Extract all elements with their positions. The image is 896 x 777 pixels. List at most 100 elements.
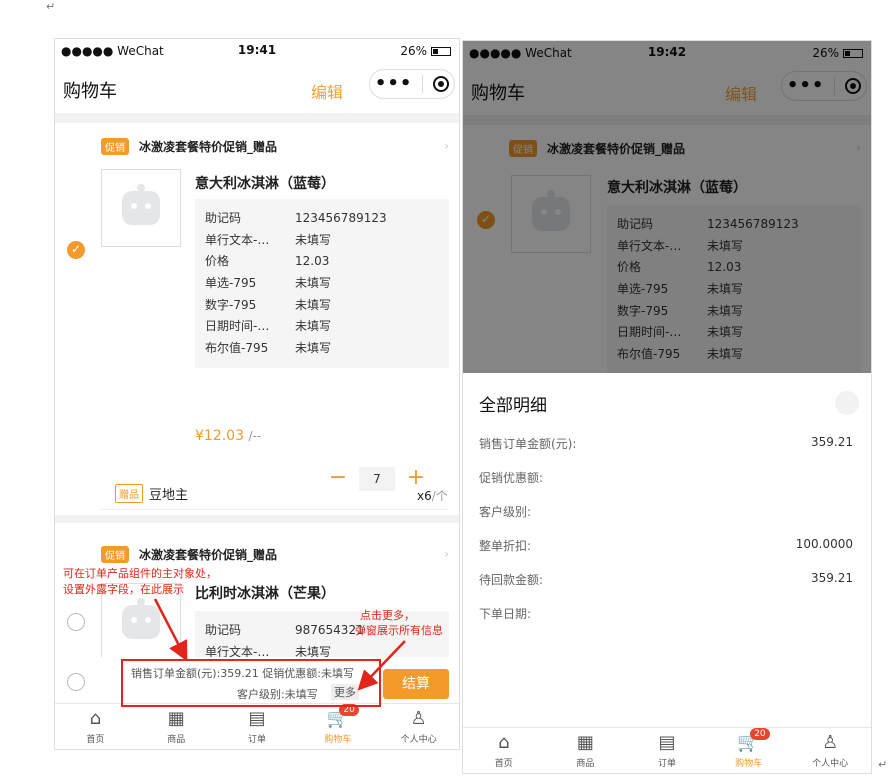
tab-home[interactable]: ⌂ 首页 bbox=[463, 728, 545, 773]
promo-tag: 促销 bbox=[101, 137, 129, 155]
tab-orders[interactable]: ▤ 订单 bbox=[217, 704, 298, 749]
gift-tag: 赠品 bbox=[115, 484, 143, 503]
clock: 19:41 bbox=[237, 43, 277, 57]
placeholder-robot-icon bbox=[122, 184, 160, 225]
field-key: 助记码 bbox=[205, 211, 242, 226]
quantity-stepper: − 7 + bbox=[325, 467, 429, 491]
detail-value: 359.21 bbox=[811, 571, 853, 585]
tab-cart[interactable]: 🛒 20 购物车 bbox=[708, 728, 790, 773]
field-key: 助记码 bbox=[205, 623, 242, 638]
edit-button[interactable]: 编辑 bbox=[311, 79, 343, 103]
item-checkbox[interactable] bbox=[67, 613, 85, 631]
detail-key: 待回款金额: bbox=[479, 573, 544, 587]
battery-percent: 26% bbox=[400, 44, 427, 58]
detail-key: 销售订单金额(元): bbox=[479, 437, 577, 451]
close-button[interactable] bbox=[835, 391, 859, 415]
promo-title: 冰激凌套餐特价促销_赠品 bbox=[139, 547, 278, 562]
tab-label: 订单 bbox=[247, 735, 266, 745]
gift-quantity: x6/个 bbox=[417, 487, 448, 504]
detail-value: 100.0000 bbox=[795, 537, 853, 551]
annotation-note: 弹窗展示所有信息 bbox=[355, 624, 443, 637]
gift-name: 豆地主 bbox=[149, 488, 189, 503]
grid-icon: ▦ bbox=[167, 708, 185, 729]
divider bbox=[101, 509, 449, 510]
close-target-icon[interactable] bbox=[433, 76, 450, 92]
product-thumbnail[interactable] bbox=[101, 169, 181, 247]
field-key: 价格 bbox=[205, 254, 230, 269]
promo-row[interactable]: 促销 冰激凌套餐特价促销_赠品 › bbox=[101, 543, 449, 565]
cart-group-card: 促销 冰激凌套餐特价促销_赠品 › 意大利冰淇淋（蓝莓） 助记码 12345678… bbox=[55, 123, 459, 515]
detail-row: 客户级别: bbox=[479, 503, 853, 523]
more-dots-icon[interactable]: ••• bbox=[375, 75, 413, 93]
detail-value: 359.21 bbox=[811, 435, 853, 449]
product-name: 比利时冰淇淋（芒果） bbox=[195, 586, 335, 602]
annotation-note: 可在订单产品组件的主对象处， bbox=[63, 567, 217, 580]
battery: 26% bbox=[400, 44, 451, 58]
tab-label: 个人中心 bbox=[812, 759, 849, 769]
chevron-right-icon: › bbox=[444, 139, 449, 153]
detail-row: 下单日期: bbox=[479, 605, 853, 625]
detail-key: 促销优惠额: bbox=[479, 471, 544, 485]
grid-icon: ▦ bbox=[576, 732, 594, 753]
user-icon: ♙ bbox=[822, 732, 839, 753]
field-key: 日期时间-… bbox=[205, 319, 270, 334]
tab-profile[interactable]: ♙ 个人中心 bbox=[378, 704, 459, 749]
battery-icon bbox=[431, 46, 451, 56]
promo-tag: 促销 bbox=[101, 545, 129, 563]
tab-label: 购物车 bbox=[324, 735, 352, 745]
field-value: 987654321 bbox=[295, 622, 364, 637]
status-bar: ●●●●● WeChat 19:41 26% bbox=[55, 39, 459, 63]
cart-badge: 20 bbox=[750, 728, 770, 740]
tab-products[interactable]: ▦ 商品 bbox=[136, 704, 217, 749]
item-checkbox[interactable] bbox=[67, 241, 85, 259]
field-value: 未填写 bbox=[295, 340, 332, 355]
paragraph-mark: ↵ bbox=[878, 758, 888, 771]
nav-bar: 购物车 编辑 ••• bbox=[55, 63, 459, 113]
detail-key: 整单折扣: bbox=[479, 539, 532, 553]
chevron-right-icon: › bbox=[444, 547, 449, 561]
checkout-button[interactable]: 结算 bbox=[383, 669, 449, 699]
promo-row[interactable]: 促销 冰激凌套餐特价促销_赠品 › bbox=[101, 135, 449, 157]
order-icon: ▤ bbox=[658, 732, 676, 753]
details-sheet: 全部明细 销售订单金额(元): 359.21 促销优惠额: 客户级别: 整单折扣:… bbox=[463, 373, 871, 727]
product-name: 意大利冰淇淋（蓝莓） bbox=[195, 176, 335, 192]
field-row: 单选-795 未填写 bbox=[205, 272, 439, 294]
promo-title: 冰激凌套餐特价促销_赠品 bbox=[139, 139, 278, 154]
detail-key: 客户级别: bbox=[479, 505, 532, 519]
tab-label: 购物车 bbox=[735, 759, 763, 769]
mini-program-capsule: ••• bbox=[369, 69, 455, 99]
tab-profile[interactable]: ♙ 个人中心 bbox=[789, 728, 871, 773]
product-price: ¥12.03 /-- bbox=[195, 428, 261, 444]
tab-bar: ⌂ 首页 ▦ 商品 ▤ 订单 🛒 20 购物车 ♙ 个人中心 bbox=[463, 727, 871, 773]
field-key: 单行文本-… bbox=[205, 232, 270, 247]
field-row: 数字-795 未填写 bbox=[205, 293, 439, 315]
gift-row: 赠品 豆地主 bbox=[115, 484, 188, 503]
page: ↵ ↵ ●●●●● WeChat 19:41 26% 购物车 编辑 ••• 促销… bbox=[0, 0, 896, 777]
price-value: ¥12.03 bbox=[195, 428, 244, 444]
tab-products[interactable]: ▦ 商品 bbox=[545, 728, 627, 773]
quantity-value[interactable]: 7 bbox=[359, 467, 395, 491]
tab-label: 商品 bbox=[576, 759, 595, 769]
field-row: 布尔值-795 未填写 bbox=[205, 337, 439, 359]
select-all-checkbox[interactable] bbox=[67, 673, 85, 691]
tab-home[interactable]: ⌂ 首页 bbox=[55, 704, 136, 749]
tab-orders[interactable]: ▤ 订单 bbox=[626, 728, 708, 773]
tab-label: 首页 bbox=[494, 759, 513, 769]
tab-label: 首页 bbox=[86, 735, 105, 745]
field-value: 未填写 bbox=[295, 232, 332, 247]
product-fields: 助记码 123456789123 单行文本-… 未填写 价格 12.03 单选-795… bbox=[195, 199, 449, 368]
tab-cart[interactable]: 🛒 20 购物车 bbox=[297, 704, 378, 749]
decrease-button[interactable]: − bbox=[325, 467, 351, 491]
left-screenshot: ●●●●● WeChat 19:41 26% 购物车 编辑 ••• 促销 冰激凌… bbox=[54, 38, 460, 750]
field-value: 未填写 bbox=[295, 319, 332, 334]
field-key: 数字-795 bbox=[205, 297, 257, 312]
detail-row: 销售订单金额(元): 359.21 bbox=[479, 435, 853, 455]
detail-row: 待回款金额: 359.21 bbox=[479, 571, 853, 591]
order-icon: ▤ bbox=[248, 708, 266, 729]
detail-row: 促销优惠额: bbox=[479, 469, 853, 489]
tab-label: 商品 bbox=[167, 735, 186, 745]
field-row: 日期时间-… 未填写 bbox=[205, 315, 439, 337]
capsule-divider bbox=[422, 75, 424, 93]
annotation-highlight-box bbox=[121, 659, 381, 707]
tab-label: 订单 bbox=[657, 759, 676, 769]
